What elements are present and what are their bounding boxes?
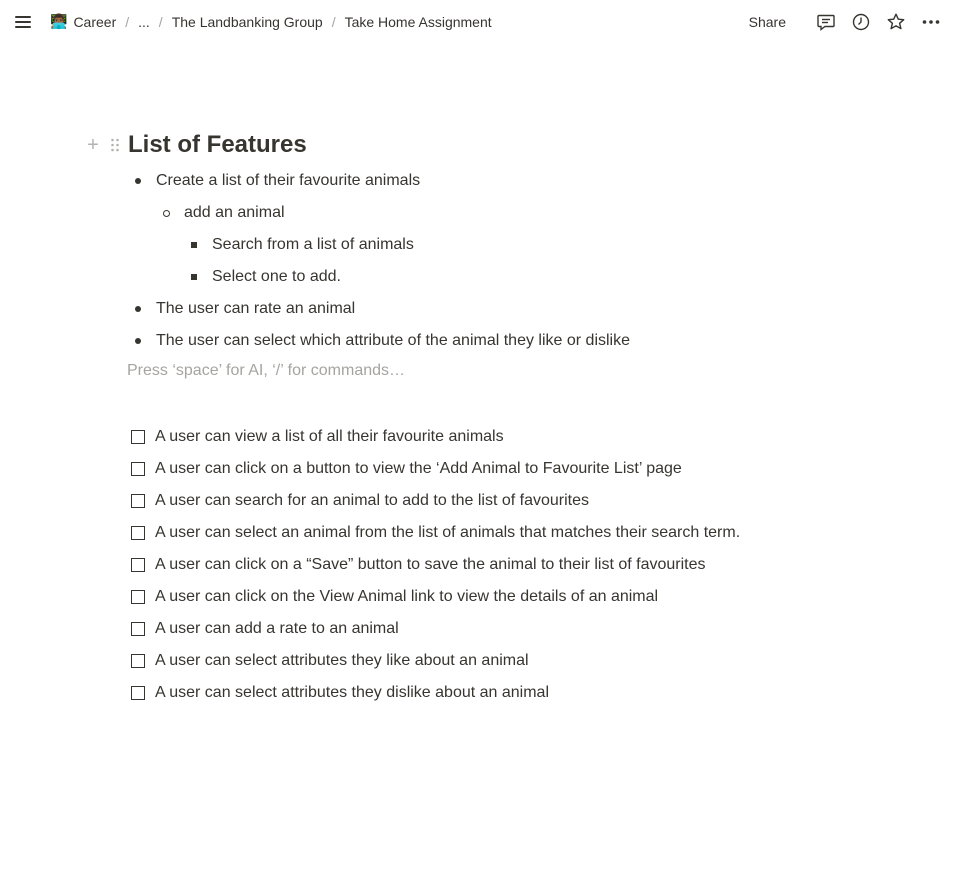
bullet-dot-icon bbox=[135, 306, 141, 312]
todo-checkbox[interactable] bbox=[131, 494, 145, 508]
star-icon[interactable] bbox=[884, 10, 908, 34]
todo-text[interactable]: A user can view a list of all their favo… bbox=[155, 428, 504, 446]
history-icon[interactable] bbox=[849, 10, 873, 34]
bullet-square-icon bbox=[191, 274, 197, 280]
todo-checkbox[interactable] bbox=[131, 590, 145, 604]
title-block: + List of Features bbox=[84, 128, 307, 162]
breadcrumb-take-home-assignment[interactable]: Take Home Assignment bbox=[345, 14, 492, 30]
top-bar: 👨🏾‍💻 Career / ... / The Landbanking Grou… bbox=[0, 0, 955, 44]
todo-text[interactable]: A user can select an animal from the lis… bbox=[155, 524, 740, 542]
sidebar-menu-button[interactable] bbox=[12, 12, 34, 32]
todo-checkbox[interactable] bbox=[131, 558, 145, 572]
todo-item: A user can select an animal from the lis… bbox=[131, 521, 740, 545]
todo-item: A user can add a rate to an animal bbox=[131, 617, 399, 641]
list-item-text: add an animal bbox=[184, 204, 285, 221]
drag-handle-icon[interactable] bbox=[106, 136, 124, 154]
list-item-text: The user can select which attribute of t… bbox=[156, 332, 631, 349]
todo-item: A user can click on a “Save” button to s… bbox=[131, 553, 706, 577]
breadcrumb-separator: / bbox=[125, 13, 130, 30]
todo-item: A user can click on a button to view the… bbox=[131, 457, 682, 481]
bullet-dot-icon bbox=[135, 338, 141, 344]
list-item[interactable]: The user can rate an animal bbox=[135, 297, 355, 321]
add-block-icon[interactable]: + bbox=[84, 134, 102, 157]
todo-text[interactable]: A user can click on a “Save” button to s… bbox=[155, 556, 706, 574]
todo-text[interactable]: A user can search for an animal to add t… bbox=[155, 492, 589, 510]
breadcrumb: 👨🏾‍💻 Career / ... / The Landbanking Grou… bbox=[50, 13, 492, 30]
comment-icon[interactable] bbox=[814, 10, 838, 34]
todo-item: A user can select attributes they like a… bbox=[131, 649, 529, 673]
todo-text[interactable]: A user can click on a button to view the… bbox=[155, 460, 682, 478]
todo-text[interactable]: A user can click on the View Animal link… bbox=[155, 588, 658, 606]
list-item[interactable]: Search from a list of animals bbox=[191, 233, 414, 257]
todo-checkbox[interactable] bbox=[131, 622, 145, 636]
top-actions: Share bbox=[749, 10, 943, 34]
breadcrumb-separator: / bbox=[158, 13, 163, 30]
more-icon[interactable] bbox=[919, 10, 943, 34]
todo-text[interactable]: A user can select attributes they like a… bbox=[155, 652, 529, 670]
list-item[interactable]: add an animal bbox=[163, 201, 285, 225]
todo-checkbox[interactable] bbox=[131, 686, 145, 700]
todo-text[interactable]: A user can select attributes they dislik… bbox=[155, 684, 549, 702]
menu-icon bbox=[15, 16, 31, 18]
list-item[interactable]: Select one to add. bbox=[191, 265, 341, 289]
breadcrumb-separator: / bbox=[331, 13, 336, 30]
page-emoji-icon: 👨🏾‍💻 bbox=[50, 13, 68, 29]
todo-checkbox[interactable] bbox=[131, 462, 145, 476]
todo-item: A user can click on the View Animal link… bbox=[131, 585, 658, 609]
breadcrumb-landbanking-group[interactable]: The Landbanking Group bbox=[172, 14, 323, 30]
todo-item: A user can select attributes they dislik… bbox=[131, 681, 549, 705]
list-item[interactable]: Create a list of their favourite animals bbox=[135, 169, 420, 193]
todo-checkbox[interactable] bbox=[131, 654, 145, 668]
list-item-text: Select one to add. bbox=[212, 268, 341, 285]
bullet-dot-icon bbox=[135, 178, 141, 184]
breadcrumb-career[interactable]: 👨🏾‍💻 Career bbox=[50, 13, 116, 30]
page-title[interactable]: List of Features bbox=[128, 131, 307, 159]
list-item[interactable]: The user can select which attribute of t… bbox=[135, 329, 630, 353]
breadcrumb-ellipsis[interactable]: ... bbox=[138, 14, 150, 30]
share-button[interactable]: Share bbox=[749, 14, 786, 30]
todo-item: A user can view a list of all their favo… bbox=[131, 425, 504, 449]
empty-block-placeholder[interactable]: Press ‘space’ for AI, ‘/’ for commands… bbox=[127, 362, 405, 380]
todo-item: A user can search for an animal to add t… bbox=[131, 489, 589, 513]
list-item-text: Create a list of their favourite animals bbox=[156, 172, 421, 189]
bullet-circle-icon bbox=[163, 209, 170, 217]
todo-checkbox[interactable] bbox=[131, 430, 145, 444]
list-item-text: Search from a list of animals bbox=[212, 236, 414, 253]
breadcrumb-label: Career bbox=[73, 13, 117, 30]
todo-checkbox[interactable] bbox=[131, 526, 145, 540]
todo-text[interactable]: A user can add a rate to an animal bbox=[155, 620, 399, 638]
menu-icon-line bbox=[15, 26, 31, 28]
menu-icon-line bbox=[15, 21, 31, 23]
list-item-text: The user can rate an animal bbox=[156, 300, 356, 317]
bullet-square-icon bbox=[191, 242, 197, 248]
